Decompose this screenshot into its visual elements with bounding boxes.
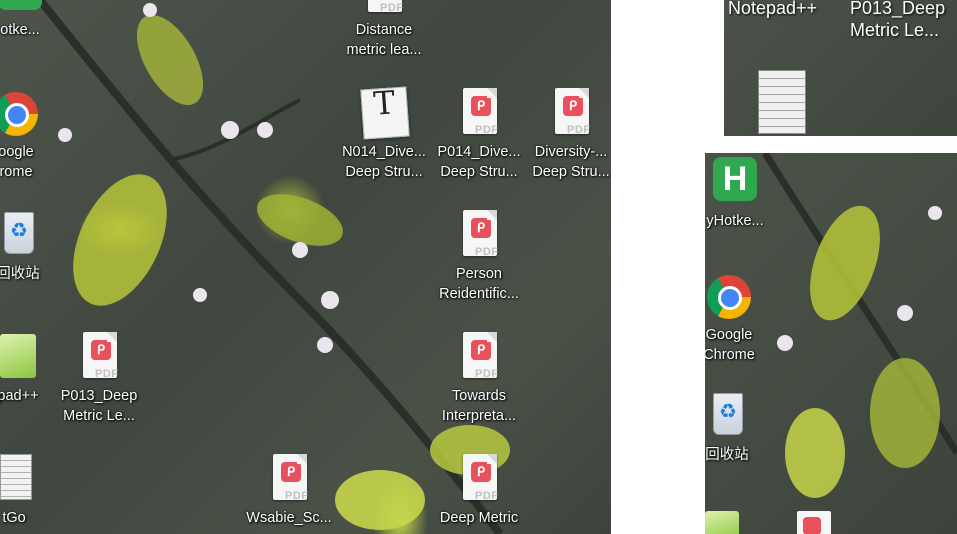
zoom-icon-recycle-bin[interactable]: ♻ 回收站 bbox=[705, 389, 775, 465]
desktop-icon-chrome[interactable]: oogle rome bbox=[0, 86, 64, 182]
typora-file-icon: T bbox=[358, 83, 410, 142]
icon-label: Deep Metric bbox=[439, 510, 519, 526]
notepad-plus-plus-icon bbox=[0, 330, 44, 386]
zoom-pane-top: Notepad++ P013_Deep Metric Le... bbox=[724, 0, 957, 136]
pdf-file-icon: ᑭPDF bbox=[453, 452, 505, 508]
icon-label-line2: metric lea... bbox=[346, 42, 422, 58]
desktop-icon-pdf-p013[interactable]: ᑭ PDF P013_Deep Metric Le... bbox=[51, 330, 147, 426]
desktop-icon-pdf-diversity[interactable]: ᑭ PDF Diversity-... Deep Stru... bbox=[523, 86, 619, 182]
pdf-file-icon: ᑭPDF bbox=[545, 86, 597, 142]
desktop-icon-pdf-distance[interactable]: ᑭPDF Distance metric lea... bbox=[336, 0, 432, 60]
zoom-icon-chrome[interactable]: Google Chrome bbox=[705, 269, 777, 365]
icon-label: Person bbox=[456, 266, 502, 282]
icon-label-line2: Reidentific... bbox=[439, 286, 519, 302]
icon-label: 回收站 bbox=[705, 447, 749, 463]
desktop-icon-pdf-deep-metric[interactable]: ᑭ PDF Deep Metric bbox=[431, 452, 527, 528]
icon-label: Towards bbox=[452, 388, 506, 404]
hotkey-app-icon: H bbox=[709, 155, 761, 211]
text-file-icon bbox=[0, 452, 40, 508]
icon-label: Diversity-... bbox=[534, 144, 608, 160]
icon-label: otke... bbox=[0, 22, 40, 38]
text-file-icon[interactable] bbox=[758, 70, 806, 134]
zoom-pane-bottom: H yHotke... Google Chrome ♻ 回收站 bbox=[705, 153, 957, 534]
icon-label: P013_Deep bbox=[60, 388, 138, 404]
pdf-file-icon: ᑭPDF bbox=[73, 330, 125, 386]
pdf-file-icon[interactable] bbox=[797, 511, 831, 534]
chrome-icon bbox=[0, 86, 42, 142]
desktop-icon-hotkey[interactable]: H otke... bbox=[0, 0, 68, 40]
desktop-icon-text-file[interactable]: tGo bbox=[0, 452, 62, 528]
icon-label-line2: Metric Le... bbox=[63, 408, 135, 424]
pdf-file-icon: ᑭPDF bbox=[453, 330, 505, 386]
icon-label: N014_Dive... bbox=[342, 144, 426, 160]
recycle-bin-icon: ♻ bbox=[705, 389, 753, 445]
icon-label: P014_Dive... bbox=[437, 144, 521, 160]
desktop-icon-pdf-wsabie[interactable]: ᑭ PDF Wsabie_Sc... bbox=[241, 452, 337, 528]
icon-label: tGo bbox=[2, 510, 26, 526]
desktop-icon-recycle-bin[interactable]: ♻ 回收站 bbox=[0, 208, 66, 284]
pdf-file-icon: ᑭPDF bbox=[358, 0, 410, 20]
zoom-icon-hotkey[interactable]: H yHotke... bbox=[705, 155, 783, 231]
icon-label: oogle bbox=[0, 144, 34, 160]
icon-label: Wsabie_Sc... bbox=[246, 510, 332, 526]
notepad-plus-plus-icon[interactable] bbox=[705, 511, 739, 534]
zoom-label-p013-line1[interactable]: P013_Deep bbox=[850, 0, 945, 19]
icon-label: Google bbox=[705, 327, 753, 343]
zoom-label-notepad[interactable]: Notepad++ bbox=[728, 0, 817, 19]
icon-label: yHotke... bbox=[706, 213, 764, 229]
icon-label-line2: Deep Stru... bbox=[345, 164, 423, 180]
pdf-file-icon: ᑭPDF bbox=[453, 208, 505, 264]
icon-label: 回收站 bbox=[0, 266, 40, 282]
pdf-file-icon: ᑭPDF bbox=[453, 86, 505, 142]
icon-label-line2: Chrome bbox=[705, 347, 755, 363]
desktop-icon-pdf-person-reid[interactable]: ᑭ PDF Person Reidentific... bbox=[431, 208, 527, 304]
pdf-file-icon: ᑭPDF bbox=[263, 452, 315, 508]
desktop-icon-typora-n014[interactable]: T N014_Dive... Deep Stru... bbox=[336, 83, 432, 182]
recycle-bin-icon: ♻ bbox=[0, 208, 44, 264]
zoom-label-p013-line2: Metric Le... bbox=[850, 20, 940, 40]
icon-label-line2: Deep Stru... bbox=[440, 164, 518, 180]
desktop-icon-pdf-towards[interactable]: ᑭ PDF Towards Interpreta... bbox=[431, 330, 527, 426]
hotkey-app-icon: H bbox=[0, 0, 46, 20]
icon-label-line2: Interpreta... bbox=[441, 408, 517, 424]
icon-label: Distance bbox=[355, 22, 413, 38]
icon-label-line2: rome bbox=[0, 164, 33, 180]
desktop-icon-pdf-p014[interactable]: ᑭ PDF P014_Dive... Deep Stru... bbox=[431, 86, 527, 182]
chrome-icon bbox=[705, 269, 755, 325]
icon-label-line2: Deep Stru... bbox=[532, 164, 610, 180]
